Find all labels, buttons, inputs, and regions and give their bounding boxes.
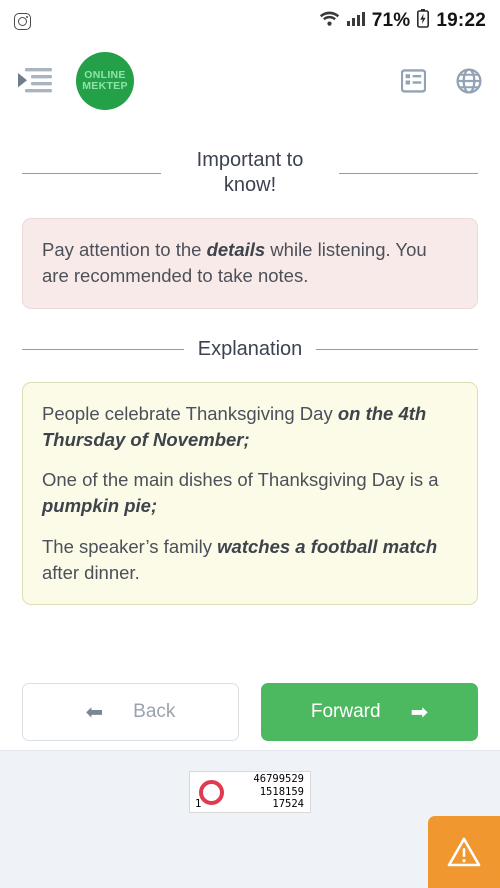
counter-numbers: 46799529 1518159 17524 [224, 773, 304, 810]
explanation-item: The speaker’s family watches a football … [42, 534, 458, 587]
item-plain-1: The speaker’s family [42, 535, 218, 557]
counter-line-2: 1518159 [259, 785, 304, 798]
explanation-callout: People celebrate Thanksgiving Day on the… [22, 381, 478, 606]
important-title: Important to know! [196, 149, 304, 196]
explanation-title: Explanation [197, 337, 303, 360]
status-bar-right: 71% 19:22 [319, 9, 486, 33]
divider-right [339, 172, 478, 174]
footer-bar: 46799529 1518159 17524 1 [0, 750, 500, 888]
explanation-section-header: Explanation [22, 337, 478, 362]
item-bold-1: watches a football match [217, 535, 438, 557]
back-button[interactable]: ⬅ Back [22, 683, 239, 742]
important-section-header: Important to know! [22, 148, 478, 198]
item-plain-2: after dinner. [42, 561, 140, 583]
signal-bars-icon [346, 11, 365, 31]
status-bar: 71% 19:22 [0, 0, 500, 42]
important-callout: Pay attention to the details while liste… [22, 218, 478, 309]
back-button-label: Back [133, 701, 176, 723]
divider-right [316, 348, 478, 350]
visitor-counter-widget[interactable]: 46799529 1518159 17524 1 [189, 771, 311, 813]
logo-line-2: MEKTEP [82, 80, 128, 92]
forward-button-label: Forward [310, 701, 381, 723]
item-plain-1: People celebrate Thanksgiving Day [42, 402, 338, 424]
status-bar-left [14, 12, 31, 30]
item-bold-1: pumpkin pie; [42, 495, 158, 517]
counter-line-3: 17524 [272, 798, 304, 811]
wifi-icon [319, 10, 340, 32]
indent-menu-icon[interactable] [18, 66, 52, 96]
counter-index: 1 [195, 798, 202, 810]
explanation-item: People celebrate Thanksgiving Day on the… [42, 401, 458, 454]
item-plain-1: One of the main dishes of Thanksgiving D… [42, 469, 439, 491]
phone-screen: 71% 19:22 ONLINE MEKTEP Important to kno… [0, 0, 500, 888]
counter-line-1: 46799529 [253, 773, 304, 786]
explanation-item: One of the main dishes of Thanksgiving D… [42, 467, 458, 520]
battery-icon [417, 9, 430, 33]
navigation-buttons: ⬅ Back Forward ➡ [0, 683, 500, 742]
red-ring-icon [199, 779, 224, 805]
battery-percent: 71% [371, 10, 411, 31]
instagram-icon [14, 12, 31, 30]
divider-left [22, 348, 184, 350]
app-logo[interactable]: ONLINE MEKTEP [76, 52, 134, 110]
arrow-right-icon: ➡ [410, 700, 429, 724]
arrow-left-icon: ⬅ [85, 700, 104, 724]
warning-triangle-icon[interactable] [428, 816, 500, 888]
important-text-prefix: Pay attention to the [42, 239, 207, 260]
content-area: Important to know! Pay attention to the … [0, 148, 500, 606]
list-view-icon[interactable] [401, 68, 426, 94]
important-text-bold: details [206, 239, 266, 260]
item-bold-1: on the 4 [337, 402, 409, 424]
divider-left [22, 172, 161, 174]
globe-icon[interactable] [456, 68, 482, 94]
forward-button[interactable]: Forward ➡ [261, 683, 478, 742]
clock: 19:22 [436, 10, 486, 31]
app-bar: ONLINE MEKTEP [0, 42, 500, 120]
